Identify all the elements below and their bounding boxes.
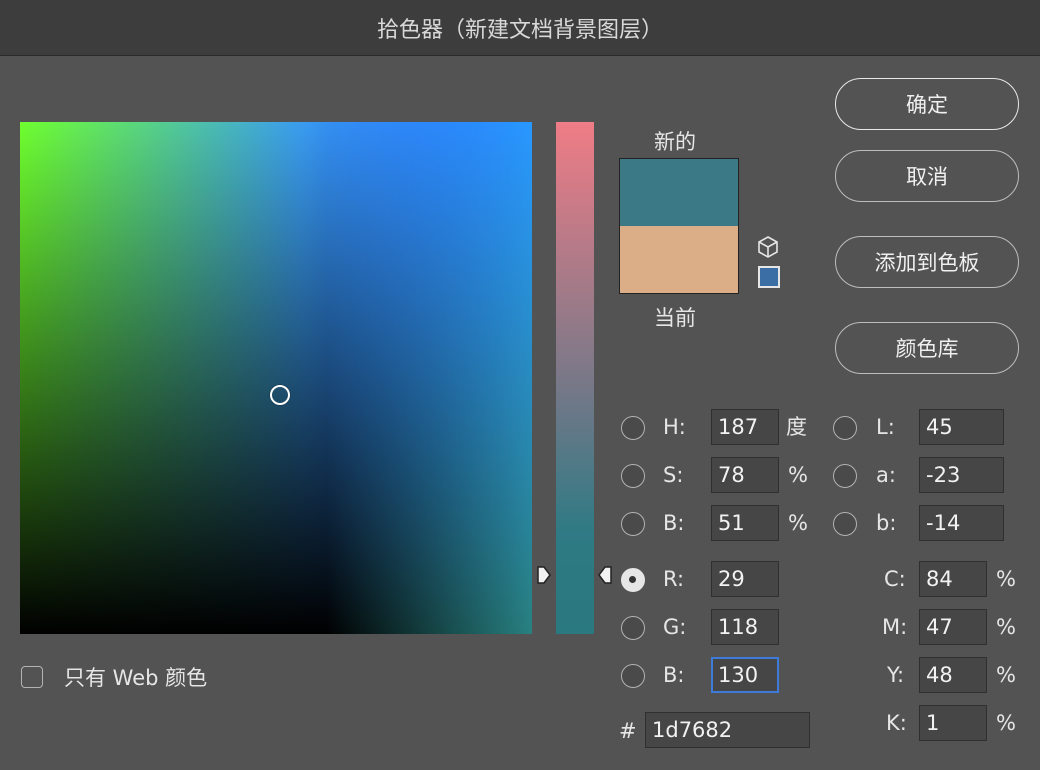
radio-saturation[interactable] [621, 464, 645, 488]
yellow-input[interactable]: 48 [919, 657, 987, 693]
cyan-label: C: [884, 567, 906, 591]
add-to-swatches-button[interactable]: 添加到色板 [835, 236, 1019, 288]
lab-l-input[interactable]: 45 [919, 409, 1004, 445]
hue-input[interactable]: 187 [711, 409, 779, 445]
red-label: R: [663, 567, 685, 591]
blue-input[interactable]: 130 [711, 657, 779, 693]
red-input[interactable]: 29 [711, 561, 779, 597]
magenta-unit: % [996, 615, 1016, 639]
brightness-label: B: [663, 511, 685, 535]
current-color-label: 当前 [654, 306, 696, 330]
lab-l-label: L: [876, 415, 895, 439]
radio-lab-a[interactable] [833, 464, 857, 488]
yellow-label: Y: [887, 663, 905, 687]
black-input[interactable]: 1 [919, 705, 987, 741]
saturation-label: S: [663, 463, 684, 487]
radio-blue[interactable] [621, 664, 645, 688]
cube-icon[interactable] [757, 235, 779, 259]
hue-label: H: [663, 415, 686, 439]
color-picker-ring[interactable] [270, 385, 290, 405]
window-title: 拾色器（新建文档背景图层） [376, 17, 663, 43]
slider-handle-left-icon[interactable] [537, 566, 551, 584]
color-preview [619, 158, 739, 294]
green-input[interactable]: 118 [711, 609, 779, 645]
current-color-swatch[interactable] [620, 226, 738, 293]
new-color-label: 新的 [654, 130, 696, 154]
web-safe-square-icon[interactable] [758, 266, 780, 288]
brightness-input[interactable]: 51 [711, 505, 779, 541]
black-label: K: [886, 711, 907, 735]
color-slider[interactable] [556, 122, 594, 634]
lab-a-label: a: [876, 463, 896, 487]
slider-handle-right-icon[interactable] [598, 566, 612, 584]
lab-b-input[interactable]: -14 [919, 505, 1004, 541]
saturation-unit: % [788, 463, 808, 487]
cyan-unit: % [996, 567, 1016, 591]
radio-hue[interactable] [621, 416, 645, 440]
hex-input[interactable]: 1d7682 [645, 712, 810, 748]
black-unit: % [996, 711, 1016, 735]
lab-b-label: b: [876, 511, 897, 535]
new-color-swatch [620, 159, 738, 226]
ok-button[interactable]: 确定 [835, 78, 1019, 130]
hex-label: # [619, 719, 637, 743]
color-field[interactable] [20, 122, 532, 634]
radio-green[interactable] [621, 616, 645, 640]
magenta-label: M: [882, 615, 908, 639]
radio-lab-b[interactable] [833, 512, 857, 536]
title-bar: 拾色器（新建文档背景图层） [0, 0, 1040, 56]
web-only-checkbox[interactable] [21, 666, 43, 688]
radio-red[interactable] [621, 568, 645, 592]
hue-unit: 度 [786, 415, 807, 439]
color-libraries-button[interactable]: 颜色库 [835, 322, 1019, 374]
radio-brightness[interactable] [621, 512, 645, 536]
yellow-unit: % [996, 663, 1016, 687]
saturation-input[interactable]: 78 [711, 457, 779, 493]
lab-a-input[interactable]: -23 [919, 457, 1004, 493]
magenta-input[interactable]: 47 [919, 609, 987, 645]
radio-lab-l[interactable] [833, 416, 857, 440]
cancel-button[interactable]: 取消 [835, 150, 1019, 202]
web-only-label: 只有 Web 颜色 [64, 666, 208, 690]
green-label: G: [663, 615, 687, 639]
brightness-unit: % [788, 511, 808, 535]
blue-label: B: [663, 663, 685, 687]
cyan-input[interactable]: 84 [919, 561, 987, 597]
